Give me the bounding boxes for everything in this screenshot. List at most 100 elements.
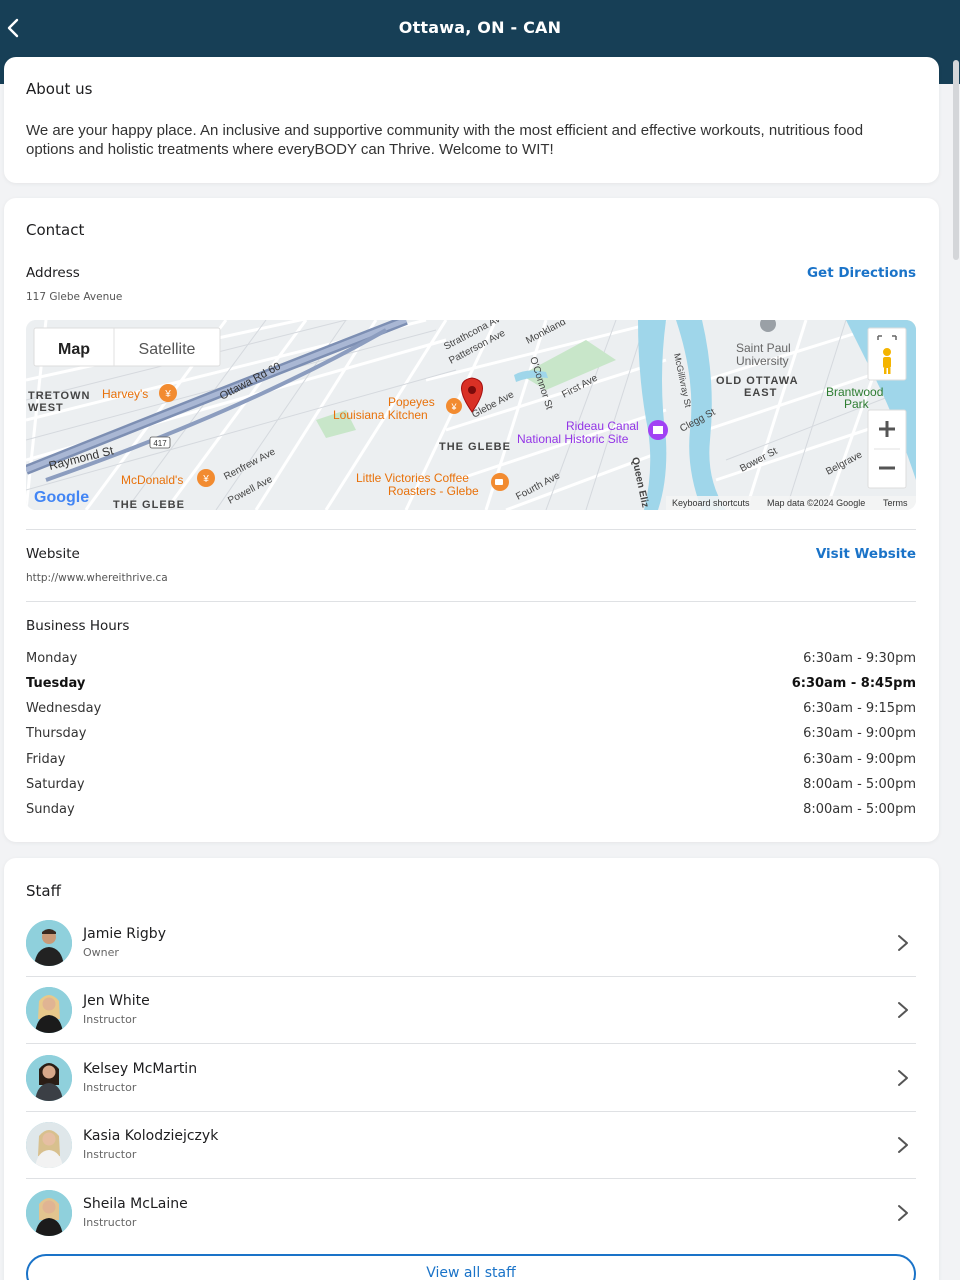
divider [26,529,916,530]
scrollbar[interactable] [953,60,959,260]
hours-day: Friday [26,752,66,767]
map-label-old-ottawa-2: EAST [744,387,777,399]
map-label-saint-paul-2: University [736,354,789,368]
row-divider [26,1178,916,1179]
map-label-popeyes-1: Popeyes [388,395,435,409]
hours-row-saturday: Saturday 8:00am - 5:00pm [26,777,916,797]
staff-row[interactable]: Kasia Kolodziejczyk Instructor [26,1112,916,1179]
map-label-west: WEST [28,402,64,414]
contact-card: Contact Address Get Directions 117 Glebe… [4,198,939,842]
map-tab-satellite[interactable]: Satellite [139,341,196,358]
staff-role: Instructor [83,1148,137,1161]
svg-text:¥: ¥ [450,402,457,412]
hours-day: Monday [26,651,78,666]
fork-knife-icon: ¥ [159,384,177,402]
coffee-icon [491,473,509,491]
map-label-old-ottawa-1: OLD OTTAWA [716,375,799,387]
view-all-staff-button[interactable]: View all staff [26,1254,916,1280]
map-data-credit: Map data ©2024 Google [767,498,865,508]
map-label-saint-paul-1: Saint Paul [736,341,791,355]
hours-row-friday: Friday 6:30am - 9:00pm [26,752,916,772]
staff-row[interactable]: Jen White Instructor [26,977,916,1044]
map-tab-map[interactable]: Map [58,341,90,358]
map-label-the-glebe: THE GLEBE [439,441,511,453]
map-label-little-victories-1: Little Victories Coffee [356,471,469,485]
hours-day: Wednesday [26,701,102,716]
map-label-popeyes-2: Louisiana Kitchen [333,408,428,422]
fork-knife-icon: ¥ [446,398,462,414]
map-type-toggle: Map Satellite [33,327,221,367]
hours-time: 6:30am - 9:30pm [803,651,916,666]
map-label-little-victories-2: Roasters - Glebe [388,484,479,498]
hours-day: Sunday [26,802,75,817]
hours-time: 8:00am - 5:00pm [803,802,916,817]
staff-row[interactable]: Sheila McLaine Instructor [26,1180,916,1247]
terms-link[interactable]: Terms [883,498,908,508]
staff-name: Jen White [83,993,150,1009]
google-logo: Google [34,489,89,506]
staff-name: Sheila McLaine [83,1196,188,1212]
map-label-brantwood-2: Park [844,397,870,411]
staff-title: Staff [26,882,61,900]
chevron-right-icon [898,1070,908,1086]
address-value: 117 Glebe Avenue [26,291,123,303]
hours-time: 6:30am - 9:00pm [803,726,916,741]
get-directions-link[interactable]: Get Directions [807,265,916,281]
hours-row-tuesday: Tuesday 6:30am - 8:45pm [26,676,916,696]
avatar [26,1190,72,1236]
staff-name: Jamie Rigby [83,926,166,942]
avatar [26,920,72,966]
about-card: About us We are your happy place. An inc… [4,57,939,183]
staff-row[interactable]: Kelsey McMartin Instructor [26,1045,916,1112]
map-label-rideau-2: National Historic Site [517,432,629,446]
staff-row[interactable]: Jamie Rigby Owner [26,910,916,977]
hours-row-monday: Monday 6:30am - 9:30pm [26,651,916,671]
avatar [26,1055,72,1101]
chevron-right-icon [898,1002,908,1018]
map-label-glebe-bottom: THE GLEBE [113,499,185,510]
hours-time: 8:00am - 5:00pm [803,777,916,792]
business-hours-label: Business Hours [26,618,130,634]
svg-text:¥: ¥ [164,389,171,400]
staff-role: Instructor [83,1081,137,1094]
hours-row-wednesday: Wednesday 6:30am - 9:15pm [26,701,916,721]
svg-text:¥: ¥ [202,474,209,485]
row-divider [26,1043,916,1044]
map-label-rideau-1: Rideau Canal [566,419,639,433]
chevron-right-icon [898,1137,908,1153]
hours-time: 6:30am - 9:15pm [803,701,916,716]
hours-day: Thursday [26,726,87,741]
staff-card: Staff Jamie Rigby Owner Jen White Instru… [4,858,939,1280]
hours-time: 6:30am - 8:45pm [791,676,916,691]
website-label: Website [26,546,80,562]
map-label-harveys: Harvey's [102,387,148,401]
avatar [26,1122,72,1168]
zoom-controls [867,409,907,489]
staff-role: Instructor [83,1013,137,1026]
location-map[interactable]: 417 Map Satellite TRETOWN WEST Harvey's … [26,320,916,510]
about-text: We are your happy place. An inclusive an… [26,122,864,158]
address-label: Address [26,265,80,281]
fork-knife-icon: ¥ [197,469,215,487]
keyboard-shortcuts-link[interactable]: Keyboard shortcuts [672,498,750,508]
map-label-tretown: TRETOWN [28,390,90,402]
hours-day: Saturday [26,777,85,792]
map-label-hwy: 417 [153,439,167,448]
about-title: About us [26,80,93,98]
staff-role: Owner [83,946,119,959]
divider [26,601,916,602]
staff-name: Kasia Kolodziejczyk [83,1128,219,1144]
map-label-mcdonalds: McDonald's [121,473,183,487]
chevron-right-icon [898,1205,908,1221]
hours-row-sunday: Sunday 8:00am - 5:00pm [26,802,916,822]
avatar [26,987,72,1033]
visit-website-link[interactable]: Visit Website [816,546,916,562]
hours-day: Tuesday [26,676,86,691]
street-view-button[interactable] [867,327,907,381]
contact-title: Contact [26,221,85,239]
landmark-icon [648,420,668,440]
hours-time: 6:30am - 9:00pm [803,752,916,767]
website-value: http://www.whereithrive.ca [26,572,168,584]
page-title: Ottawa, ON - CAN [398,18,562,37]
hours-row-thursday: Thursday 6:30am - 9:00pm [26,726,916,746]
